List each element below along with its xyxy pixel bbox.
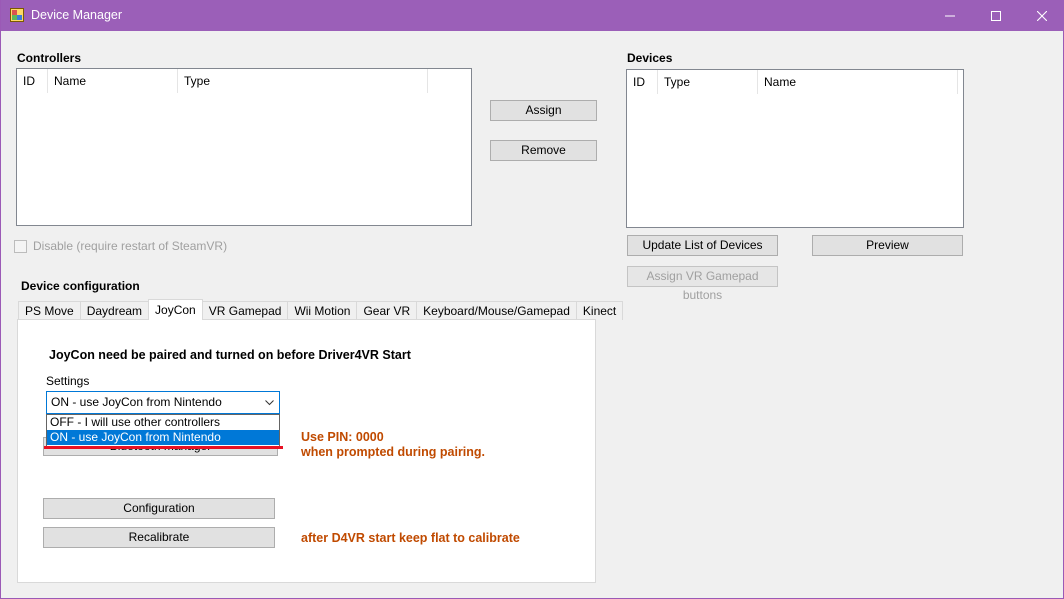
controllers-label: Controllers bbox=[17, 51, 82, 65]
red-underline-annotation bbox=[44, 446, 283, 449]
column-header-id[interactable]: ID bbox=[627, 70, 658, 94]
recalibrate-button[interactable]: Recalibrate bbox=[43, 527, 275, 548]
disable-checkbox-row[interactable]: Disable (require restart of SteamVR) bbox=[14, 239, 227, 253]
disable-checkbox[interactable] bbox=[14, 239, 27, 253]
tab-gear-vr[interactable]: Gear VR bbox=[356, 301, 418, 320]
dropdown-option-on[interactable]: ON - use JoyCon from Nintendo bbox=[47, 430, 279, 445]
tab-joycon[interactable]: JoyCon bbox=[148, 299, 203, 320]
controllers-list[interactable]: ID Name Type bbox=[16, 68, 472, 226]
tab-wii-motion[interactable]: Wii Motion bbox=[287, 301, 358, 320]
settings-label: Settings bbox=[46, 374, 90, 388]
joycon-tab-page: JoyCon need be paired and turned on befo… bbox=[17, 319, 596, 583]
device-manager-window: Device Manager Controllers ID Name Type … bbox=[0, 0, 1064, 599]
tab-kinect[interactable]: Kinect bbox=[575, 301, 624, 320]
tab-ps-move[interactable]: PS Move bbox=[18, 301, 81, 320]
column-header-id[interactable]: ID bbox=[17, 69, 48, 93]
preview-button[interactable]: Preview bbox=[812, 235, 963, 256]
disable-checkbox-label: Disable (require restart of SteamVR) bbox=[33, 239, 228, 253]
pin-hint-line2: when prompted during pairing. bbox=[301, 445, 486, 459]
settings-dropdown-list[interactable]: OFF - I will use other controllers ON - … bbox=[46, 414, 280, 447]
devices-list-header: ID Type Name bbox=[627, 70, 958, 94]
pin-hint-line1: Use PIN: 0000 bbox=[301, 430, 384, 444]
dropdown-option-off[interactable]: OFF - I will use other controllers bbox=[47, 415, 279, 430]
device-config-tabs: PS Move Daydream JoyCon VR Gamepad Wii M… bbox=[18, 299, 624, 320]
column-header-type[interactable]: Type bbox=[178, 69, 428, 93]
assign-vr-gamepad-button[interactable]: Assign VR Gamepad buttons bbox=[627, 266, 778, 302]
close-button[interactable] bbox=[1019, 0, 1064, 31]
column-header-name[interactable]: Name bbox=[48, 69, 178, 93]
joycon-heading: JoyCon need be paired and turned on befo… bbox=[49, 348, 411, 362]
devices-list[interactable]: ID Type Name bbox=[626, 69, 964, 228]
close-icon bbox=[1037, 10, 1047, 21]
column-header-type[interactable]: Type bbox=[658, 70, 758, 94]
maximize-button[interactable] bbox=[973, 0, 1019, 31]
configuration-button[interactable]: Configuration bbox=[43, 498, 275, 519]
column-header-name[interactable]: Name bbox=[758, 70, 958, 94]
device-configuration-label: Device configuration bbox=[21, 279, 140, 293]
tab-daydream[interactable]: Daydream bbox=[79, 301, 150, 320]
devices-label: Devices bbox=[627, 51, 673, 65]
minimize-icon bbox=[945, 15, 955, 16]
chevron-down-icon bbox=[265, 400, 274, 406]
app-icon bbox=[10, 8, 24, 22]
maximize-icon bbox=[991, 10, 1001, 21]
settings-combo[interactable]: ON - use JoyCon from Nintendo bbox=[46, 391, 280, 414]
settings-combo-value: ON - use JoyCon from Nintendo bbox=[51, 395, 222, 409]
tab-vr-gamepad[interactable]: VR Gamepad bbox=[201, 301, 289, 320]
minimize-button[interactable] bbox=[927, 0, 973, 31]
assign-button[interactable]: Assign bbox=[490, 100, 597, 121]
tab-keyboard-mouse-gamepad[interactable]: Keyboard/Mouse/Gamepad bbox=[416, 301, 577, 320]
update-devices-button[interactable]: Update List of Devices bbox=[627, 235, 778, 256]
remove-button[interactable]: Remove bbox=[490, 140, 597, 161]
calibrate-hint: after D4VR start keep flat to calibrate bbox=[301, 531, 520, 545]
window-title: Device Manager bbox=[31, 8, 123, 22]
title-bar: Device Manager bbox=[1, 0, 1064, 31]
controllers-list-header: ID Name Type bbox=[17, 69, 428, 93]
